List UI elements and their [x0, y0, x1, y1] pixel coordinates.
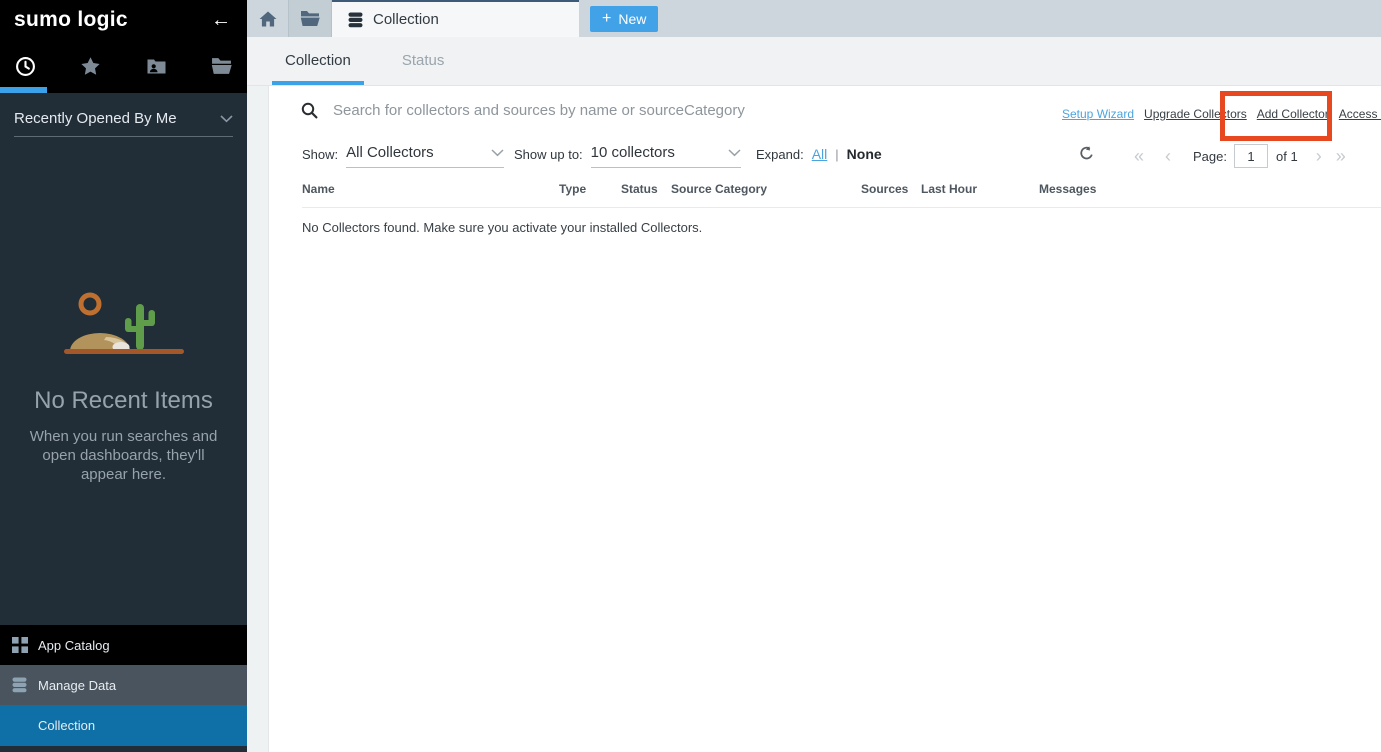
- refresh-icon: [1079, 146, 1094, 162]
- sidebar-bottom-menu: App Catalog Manage Data Collection: [0, 625, 247, 746]
- library-folder-icon[interactable]: [210, 55, 234, 77]
- page-tabs: Collection Status: [247, 37, 1381, 86]
- quick-links: Setup Wizard Upgrade Collectors Add Coll…: [1062, 107, 1381, 121]
- database-icon: [12, 677, 29, 693]
- new-button-label: New: [618, 11, 646, 27]
- empty-state-title: No Recent Items: [0, 387, 247, 415]
- show-filter: Show: All Collectors: [302, 144, 504, 168]
- limit-dropdown-value: 10 collectors: [591, 144, 675, 161]
- doc-tab-title: Collection: [373, 11, 439, 28]
- sidebar-item-manage-data[interactable]: Manage Data: [0, 665, 247, 705]
- menu-item-label: App Catalog: [38, 638, 110, 653]
- search-bar: [301, 102, 953, 119]
- sidebar: sumo logic ← Recently Opened By: [0, 0, 247, 752]
- search-input[interactable]: [333, 102, 953, 119]
- grid-icon: [12, 637, 29, 653]
- show-dropdown-value: All Collectors: [346, 144, 434, 161]
- home-icon: [259, 11, 277, 27]
- recents-clock-icon[interactable]: [13, 55, 37, 77]
- sidebar-empty-state: No Recent Items When you run searches an…: [0, 290, 247, 484]
- tab-collection-document[interactable]: Collection: [332, 0, 579, 37]
- empty-state-subtitle: When you run searches and open dashboard…: [18, 427, 230, 484]
- app-window: sumo logic ← Recently Opened By: [0, 0, 1381, 752]
- tab-status[interactable]: Status: [389, 52, 458, 85]
- sidebar-header: sumo logic ←: [0, 0, 247, 93]
- plus-icon: +: [602, 11, 611, 27]
- expand-separator: |: [835, 147, 838, 162]
- refresh-button[interactable]: [1079, 146, 1094, 165]
- limit-dropdown[interactable]: 10 collectors: [591, 144, 741, 168]
- column-header-type: Type: [559, 182, 621, 196]
- add-collector-link[interactable]: Add Collector: [1257, 107, 1329, 121]
- content-area: Setup Wizard Upgrade Collectors Add Coll…: [247, 86, 1381, 752]
- column-header-source-category: Source Category: [671, 182, 861, 196]
- access-keys-link[interactable]: Access Keys: [1339, 107, 1381, 121]
- page-label: Page:: [1193, 149, 1227, 164]
- search-icon: [301, 102, 318, 119]
- first-page-button[interactable]: «: [1134, 147, 1144, 165]
- main-area: Collection + New Collection Status Setup…: [247, 0, 1381, 752]
- new-button[interactable]: + New: [590, 6, 658, 32]
- last-page-button[interactable]: »: [1336, 147, 1346, 165]
- folder-icon: [300, 10, 320, 27]
- sidebar-item-app-catalog[interactable]: App Catalog: [0, 625, 247, 665]
- desert-illustration: [62, 290, 186, 356]
- column-header-status: Status: [621, 182, 671, 196]
- browse-folder-button[interactable]: [288, 0, 332, 37]
- database-icon: [348, 12, 363, 28]
- collection-page: Setup Wizard Upgrade Collectors Add Coll…: [269, 86, 1381, 752]
- chevron-down-icon: [728, 149, 741, 157]
- active-nav-indicator: [0, 87, 47, 93]
- previous-page-button[interactable]: ‹: [1165, 147, 1171, 165]
- menu-item-label: Collection: [38, 718, 95, 733]
- chevron-down-icon: [491, 149, 504, 157]
- setup-wizard-link[interactable]: Setup Wizard: [1062, 107, 1134, 121]
- top-tab-bar: Collection + New: [247, 0, 1381, 37]
- recently-opened-label: Recently Opened By Me: [14, 110, 177, 127]
- tab-collection[interactable]: Collection: [272, 52, 364, 85]
- no-collectors-message: No Collectors found. Make sure you activ…: [302, 220, 702, 235]
- pagination: « ‹ Page: of 1 › »: [1134, 144, 1346, 168]
- expand-control: Expand: All | None: [756, 146, 882, 162]
- chevron-down-icon: [220, 115, 233, 123]
- favorites-star-icon[interactable]: [79, 55, 103, 77]
- collapse-sidebar-icon[interactable]: ←: [211, 10, 231, 30]
- home-button[interactable]: [247, 0, 288, 37]
- column-header-sources: Sources: [861, 182, 921, 196]
- column-header-last-hour: Last Hour: [921, 182, 1039, 196]
- expand-all-link[interactable]: All: [812, 146, 828, 162]
- sidebar-icon-nav: [0, 50, 247, 82]
- expand-label: Expand:: [756, 147, 804, 162]
- sumo-logic-logo: sumo logic: [14, 8, 128, 32]
- sidebar-item-collection[interactable]: Collection: [0, 705, 247, 746]
- column-header-messages: Messages: [1039, 182, 1381, 196]
- show-label: Show:: [302, 147, 338, 162]
- show-dropdown[interactable]: All Collectors: [346, 144, 504, 168]
- next-page-button[interactable]: ›: [1316, 147, 1322, 165]
- left-gutter: [247, 86, 269, 752]
- column-header-name: Name: [302, 182, 559, 196]
- page-count-label: of 1: [1276, 149, 1298, 164]
- collectors-table-header: Name Type Status Source Category Sources…: [302, 182, 1381, 208]
- menu-item-label: Manage Data: [38, 678, 116, 693]
- page-number-input[interactable]: [1234, 144, 1268, 168]
- list-controls: Show: All Collectors Show up to: 10 coll…: [269, 144, 1381, 174]
- limit-label: Show up to:: [514, 147, 583, 162]
- personal-folder-icon[interactable]: [144, 55, 168, 77]
- recently-opened-dropdown[interactable]: Recently Opened By Me: [14, 110, 233, 137]
- limit-filter: Show up to: 10 collectors: [514, 144, 741, 168]
- expand-none-link[interactable]: None: [847, 146, 882, 162]
- upgrade-collectors-link[interactable]: Upgrade Collectors: [1144, 107, 1247, 121]
